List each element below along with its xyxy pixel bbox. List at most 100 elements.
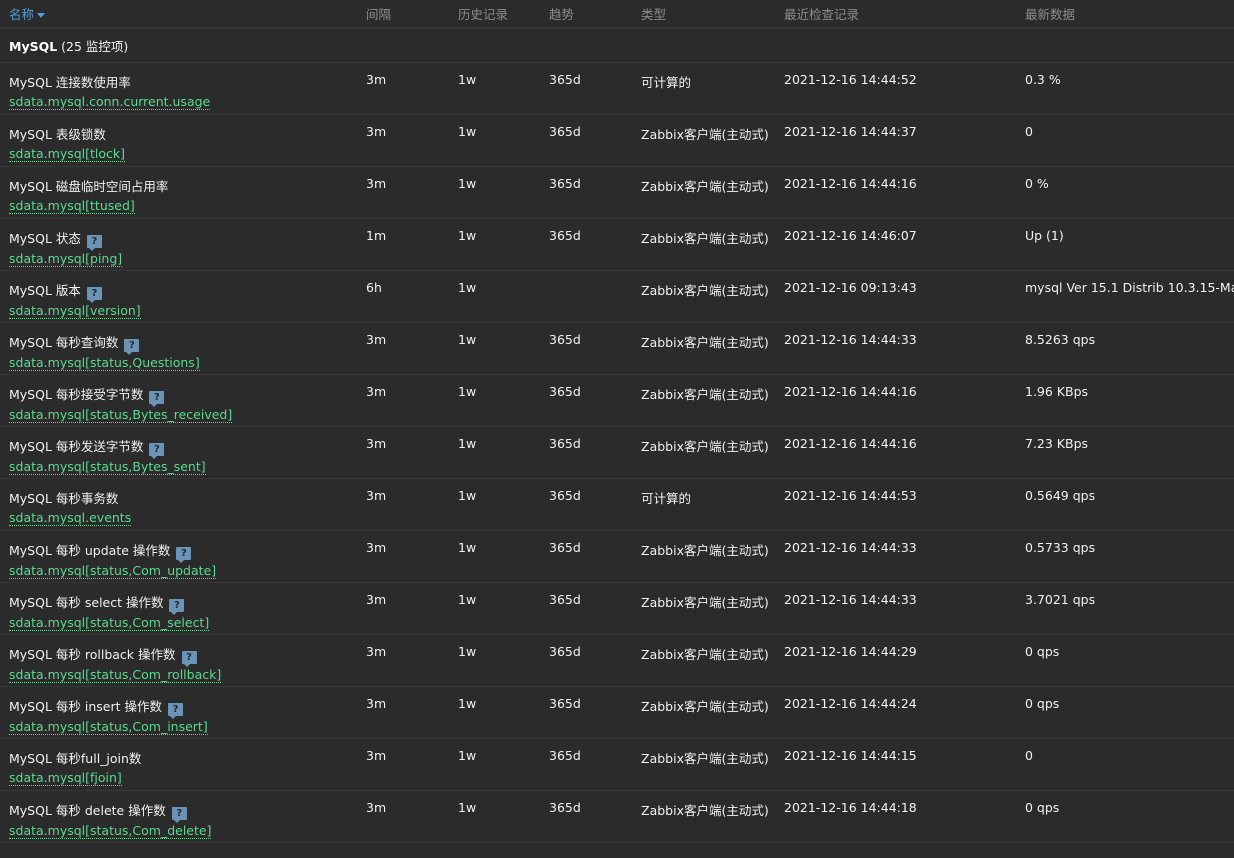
- item-last-value: 0: [1016, 114, 1234, 167]
- item-type: Zabbix客户端(主动式): [632, 270, 775, 323]
- item-history: 1w: [449, 530, 540, 583]
- item-history: 1w: [449, 374, 540, 427]
- item-name: MySQL 每秒接受字节数: [9, 387, 144, 402]
- table-row: MySQL 每秒发送字节数? sdata.mysql[status,Bytes_s…: [0, 426, 1234, 479]
- item-type: Zabbix客户端(主动式): [632, 374, 775, 427]
- item-interval: 3m: [357, 478, 449, 531]
- item-last-value: mysql Ver 15.1 Distrib 10.3.15-Maria: [1016, 270, 1234, 323]
- item-trends: 365d: [540, 322, 632, 375]
- item-key-link[interactable]: sdata.mysql[status,Com_delete]: [9, 824, 212, 839]
- question-icon[interactable]: ?: [86, 287, 102, 303]
- application-group-row: MySQL (25 监控项): [0, 28, 1234, 63]
- item-key-link[interactable]: sdata.mysql[ping]: [9, 252, 123, 267]
- item-last-check: 2021-12-16 14:44:16: [775, 166, 1016, 219]
- item-name: MySQL 每秒查询数: [9, 335, 119, 350]
- item-key-link[interactable]: sdata.mysql.events: [9, 511, 132, 526]
- item-last-value: 1.96 KBps: [1016, 374, 1234, 427]
- item-last-value: 0 qps: [1016, 634, 1234, 687]
- question-icon[interactable]: ?: [86, 235, 102, 251]
- question-icon[interactable]: ?: [171, 807, 187, 823]
- item-key-link[interactable]: sdata.mysql[version]: [9, 304, 141, 319]
- item-interval: 3m: [357, 790, 449, 843]
- question-icon[interactable]: ?: [181, 651, 197, 667]
- item-key-link[interactable]: sdata.mysql[status,Questions]: [9, 356, 200, 371]
- item-type: Zabbix客户端(主动式): [632, 322, 775, 375]
- item-key-link[interactable]: sdata.mysql[status,Com_update]: [9, 564, 217, 579]
- table-row: MySQL 每秒 insert 操作数? sdata.mysql[status,C…: [0, 686, 1234, 739]
- item-name: MySQL 磁盘临时空间占用率: [9, 179, 169, 194]
- item-last-value: 0 %: [1016, 166, 1234, 219]
- item-name: MySQL 每秒 update 操作数: [9, 543, 171, 558]
- table-row: MySQL 每秒full_join数 sdata.mysql[fjoin] 3m 1w…: [0, 738, 1234, 791]
- item-trends: 365d: [540, 218, 632, 271]
- application-group-cell: MySQL (25 监控项): [0, 28, 1234, 63]
- item-name-cell: MySQL 连接数使用率 sdata.mysql.conn.current.usa…: [0, 62, 357, 115]
- item-type: 可计算的: [632, 478, 775, 531]
- item-last-check: 2021-12-16 14:44:53: [775, 478, 1016, 531]
- item-interval: 3m: [357, 374, 449, 427]
- item-name: MySQL 每秒事务数: [9, 491, 119, 506]
- item-name: MySQL 状态: [9, 231, 81, 246]
- item-history: 1w: [449, 634, 540, 687]
- column-header-last-value: 最新数据: [1016, 0, 1234, 29]
- item-trends: 365d: [540, 790, 632, 843]
- item-name-cell: MySQL 每秒 delete 操作数? sdata.mysql[status,C…: [0, 790, 357, 843]
- column-header-name[interactable]: 名称: [0, 0, 357, 29]
- item-trends: 365d: [540, 530, 632, 583]
- column-header-trends: 趋势: [540, 0, 632, 29]
- item-last-check: 2021-12-16 14:44:15: [775, 738, 1016, 791]
- table-row: MySQL 磁盘临时空间占用率 sdata.mysql[ttused] 3m 1w 36…: [0, 166, 1234, 219]
- application-group-count: (25 监控项): [61, 39, 129, 54]
- question-icon[interactable]: ?: [167, 703, 183, 719]
- column-header-last-check: 最近检查记录: [775, 0, 1016, 29]
- item-name: MySQL 每秒 delete 操作数: [9, 803, 166, 818]
- item-trends: 365d: [540, 478, 632, 531]
- item-key-link[interactable]: sdata.mysql[status,Com_select]: [9, 616, 210, 631]
- item-key-link[interactable]: sdata.mysql.conn.current.usage: [9, 95, 211, 110]
- item-last-value: 7.23 KBps: [1016, 426, 1234, 479]
- item-last-check: 2021-12-16 14:44:29: [775, 634, 1016, 687]
- item-name-cell: MySQL 版本? sdata.mysql[version]: [0, 270, 357, 323]
- item-name-cell: MySQL 磁盘临时空间占用率 sdata.mysql[ttused]: [0, 166, 357, 219]
- item-key-link[interactable]: sdata.mysql[tlock]: [9, 147, 126, 162]
- item-history: 1w: [449, 114, 540, 167]
- item-key-link[interactable]: sdata.mysql[ttused]: [9, 199, 135, 214]
- table-row: MySQL 每秒 select 操作数? sdata.mysql[status,C…: [0, 582, 1234, 635]
- item-key-link[interactable]: sdata.mysql[fjoin]: [9, 771, 122, 786]
- item-last-value: Up (1): [1016, 218, 1234, 271]
- item-history: 1w: [449, 62, 540, 115]
- table-row: MySQL 每秒 delete 操作数? sdata.mysql[status,C…: [0, 790, 1234, 843]
- item-interval: 3m: [357, 582, 449, 635]
- item-trends: 365d: [540, 686, 632, 739]
- item-name: MySQL 每秒发送字节数: [9, 439, 144, 454]
- item-history: 1w: [449, 270, 540, 323]
- item-name-cell: MySQL 每秒接受字节数? sdata.mysql[status,Bytes_r…: [0, 374, 357, 427]
- item-key-link[interactable]: sdata.mysql[status,Com_rollback]: [9, 668, 222, 683]
- item-type: Zabbix客户端(主动式): [632, 530, 775, 583]
- item-type: Zabbix客户端(主动式): [632, 738, 775, 791]
- item-interval: 3m: [357, 686, 449, 739]
- item-key-link[interactable]: sdata.mysql[status,Bytes_received]: [9, 408, 233, 423]
- item-interval: 3m: [357, 322, 449, 375]
- column-header-name-label: 名称: [9, 7, 35, 22]
- item-key-link[interactable]: sdata.mysql[status,Com_insert]: [9, 720, 208, 735]
- item-history: 1w: [449, 426, 540, 479]
- latest-data-table: 名称 间隔 历史记录 趋势 类型 最近检查记录 最新数据 MySQL (25 监…: [0, 0, 1234, 843]
- question-icon[interactable]: ?: [149, 391, 165, 407]
- item-last-check: 2021-12-16 14:44:33: [775, 582, 1016, 635]
- item-last-check: 2021-12-16 14:44:37: [775, 114, 1016, 167]
- item-type: Zabbix客户端(主动式): [632, 114, 775, 167]
- table-row: MySQL 每秒事务数 sdata.mysql.events 3m 1w 365d 可计算…: [0, 478, 1234, 531]
- item-name-cell: MySQL 每秒full_join数 sdata.mysql[fjoin]: [0, 738, 357, 791]
- question-icon[interactable]: ?: [124, 339, 140, 355]
- question-icon[interactable]: ?: [149, 443, 165, 459]
- item-name-cell: MySQL 状态? sdata.mysql[ping]: [0, 218, 357, 271]
- item-name-cell: MySQL 每秒 insert 操作数? sdata.mysql[status,C…: [0, 686, 357, 739]
- question-icon[interactable]: ?: [169, 599, 185, 615]
- item-last-check: 2021-12-16 14:44:52: [775, 62, 1016, 115]
- item-name-cell: MySQL 每秒 update 操作数? sdata.mysql[status,C…: [0, 530, 357, 583]
- column-header-interval: 间隔: [357, 0, 449, 29]
- question-icon[interactable]: ?: [176, 547, 192, 563]
- item-key-link[interactable]: sdata.mysql[status,Bytes_sent]: [9, 460, 206, 475]
- item-interval: 3m: [357, 166, 449, 219]
